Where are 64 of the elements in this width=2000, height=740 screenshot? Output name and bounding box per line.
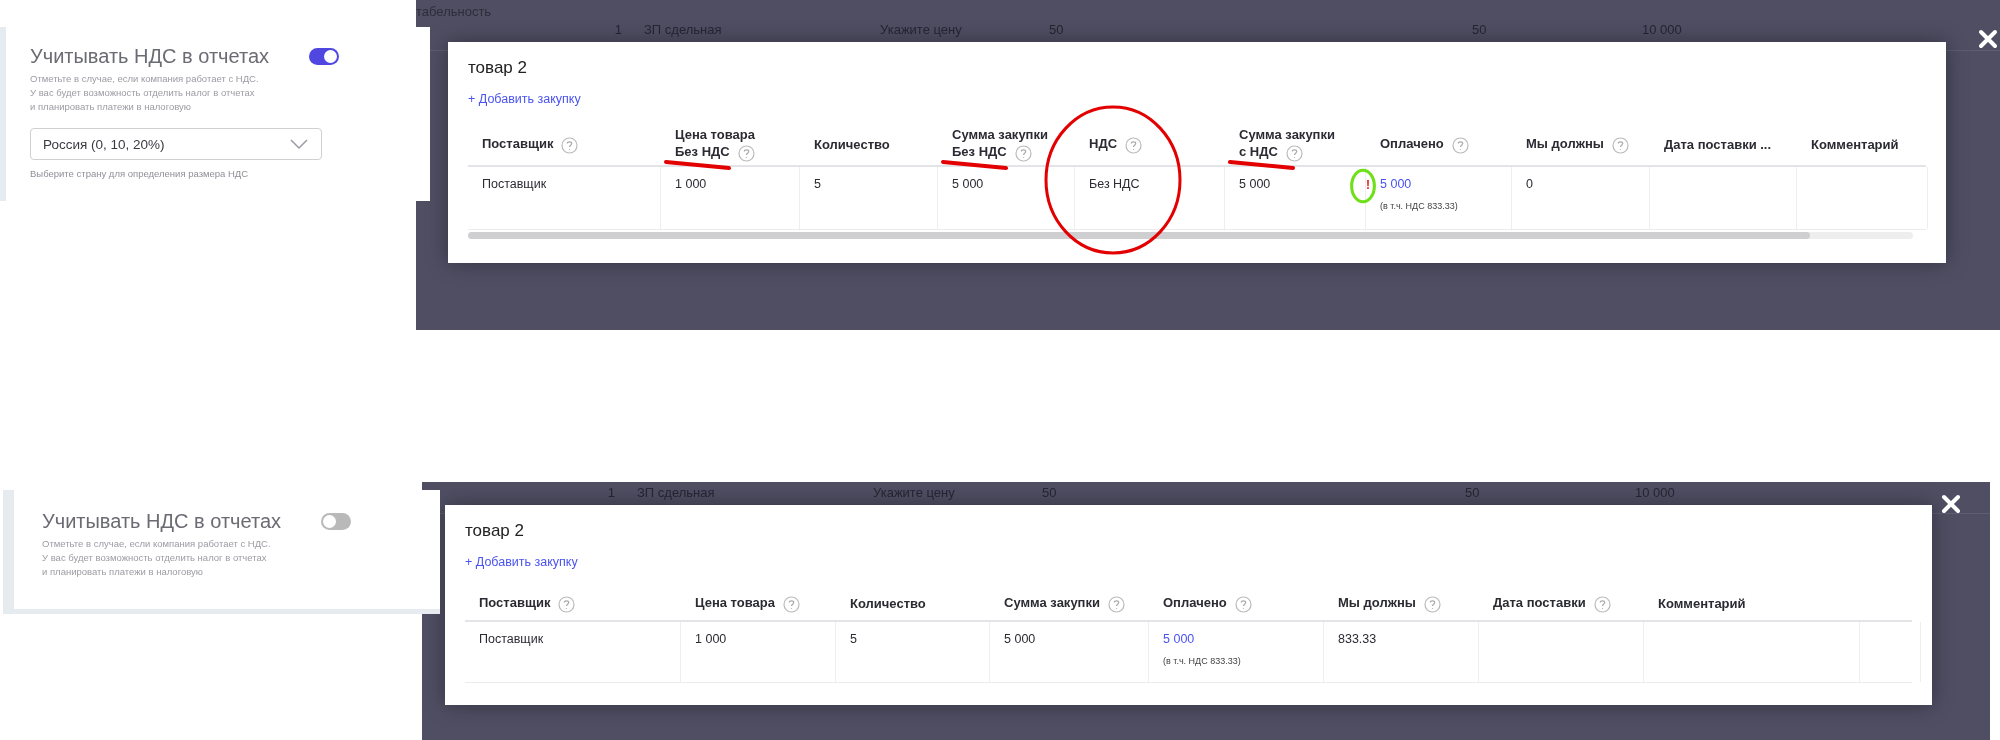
help-icon[interactable] bbox=[782, 595, 800, 613]
setting-title: Учитывать НДС в отчетах bbox=[42, 510, 281, 533]
help-icon[interactable] bbox=[1125, 136, 1143, 154]
paid-amount-link[interactable]: 5 000 bbox=[1163, 632, 1195, 646]
column-header: Сумма закупки bbox=[1004, 594, 1125, 613]
select-hint: Выберите страну для определения размера НДС bbox=[30, 168, 250, 179]
column-header: Оплачено bbox=[1163, 594, 1252, 613]
dialog-title: товар 2 bbox=[468, 58, 528, 78]
close-icon[interactable] bbox=[1977, 28, 1999, 50]
add-purchase-link[interactable]: + Добавить закупку bbox=[468, 92, 581, 106]
paid-amount-link[interactable]: 5 000 bbox=[1380, 177, 1412, 191]
vat-note: (в т.ч. НДС 833.33) bbox=[1380, 201, 1458, 211]
setting-description: Отметьте в случае, если компания работает с НДС. У вас будет возможность отделить налог в отчетах и планировать платежи в налоговую bbox=[42, 537, 272, 579]
help-icon[interactable] bbox=[1285, 144, 1303, 162]
table-cell: Поставщик bbox=[482, 177, 547, 191]
column-header: Цена товара bbox=[695, 594, 800, 613]
column-header: Мы должны bbox=[1526, 135, 1629, 154]
help-icon[interactable] bbox=[1234, 595, 1252, 613]
help-icon[interactable] bbox=[737, 144, 755, 162]
table-cell: 5 000 bbox=[1239, 177, 1271, 191]
setting-title: Учитывать НДС в отчетах bbox=[30, 45, 269, 68]
column-header: Количество bbox=[850, 595, 926, 612]
column-header: Сумма закупки с НДС bbox=[1239, 126, 1335, 162]
vat-note: (в т.ч. НДС 833.33) bbox=[1163, 656, 1241, 666]
table-cell: 1 000 bbox=[695, 632, 727, 646]
table-cell: 5 bbox=[850, 632, 857, 646]
help-icon[interactable] bbox=[1593, 595, 1611, 613]
help-icon[interactable] bbox=[1451, 136, 1469, 154]
warning-mark: ! bbox=[1366, 178, 1370, 192]
table-cell: Поставщик bbox=[479, 632, 544, 646]
table-cell: 0 bbox=[1526, 177, 1533, 191]
table-cell: 5 000 bbox=[1004, 632, 1036, 646]
column-header: Поставщик bbox=[482, 135, 579, 154]
column-header: Мы должны bbox=[1338, 594, 1441, 613]
table-cell: 833.33 bbox=[1338, 632, 1377, 646]
column-header: Поставщик bbox=[479, 594, 576, 613]
horizontal-scrollbar[interactable] bbox=[468, 232, 1913, 239]
table-cell: Без НДС bbox=[1089, 177, 1140, 191]
column-header: Сумма закупки Без НДС bbox=[952, 126, 1048, 162]
column-header: Оплачено bbox=[1380, 135, 1469, 154]
country-select[interactable]: Россия (0, 10, 20%) bbox=[30, 128, 322, 160]
chevron-down-icon bbox=[289, 138, 309, 150]
help-icon[interactable] bbox=[1014, 144, 1032, 162]
setting-description: Отметьте в случае, если компания работает с НДС. У вас будет возможность отделить налог в отчетах и планировать платежи в налоговую bbox=[30, 72, 260, 114]
help-icon[interactable] bbox=[1107, 595, 1125, 613]
dialog-title: товар 2 bbox=[465, 521, 525, 541]
toggle-switch[interactable] bbox=[309, 48, 339, 65]
table-cell: 5 000 bbox=[952, 177, 984, 191]
column-header: НДС bbox=[1089, 135, 1143, 154]
column-header: Дата поставки bbox=[1493, 594, 1611, 613]
column-header: Комментарий bbox=[1811, 136, 1899, 153]
column-header: Цена товара Без НДС bbox=[675, 126, 755, 162]
close-icon[interactable] bbox=[1940, 493, 1962, 515]
toggle-switch[interactable] bbox=[321, 513, 351, 530]
add-purchase-link[interactable]: + Добавить закупку bbox=[465, 555, 578, 569]
help-icon[interactable] bbox=[561, 136, 579, 154]
help-icon[interactable] bbox=[1423, 595, 1441, 613]
help-icon[interactable] bbox=[1611, 136, 1629, 154]
table-cell: 5 bbox=[814, 177, 821, 191]
column-header: Комментарий bbox=[1658, 595, 1746, 612]
column-header: Дата поставки ... bbox=[1664, 136, 1772, 153]
table-cell: 1 000 bbox=[675, 177, 707, 191]
help-icon[interactable] bbox=[558, 595, 576, 613]
column-header: Количество bbox=[814, 136, 890, 153]
